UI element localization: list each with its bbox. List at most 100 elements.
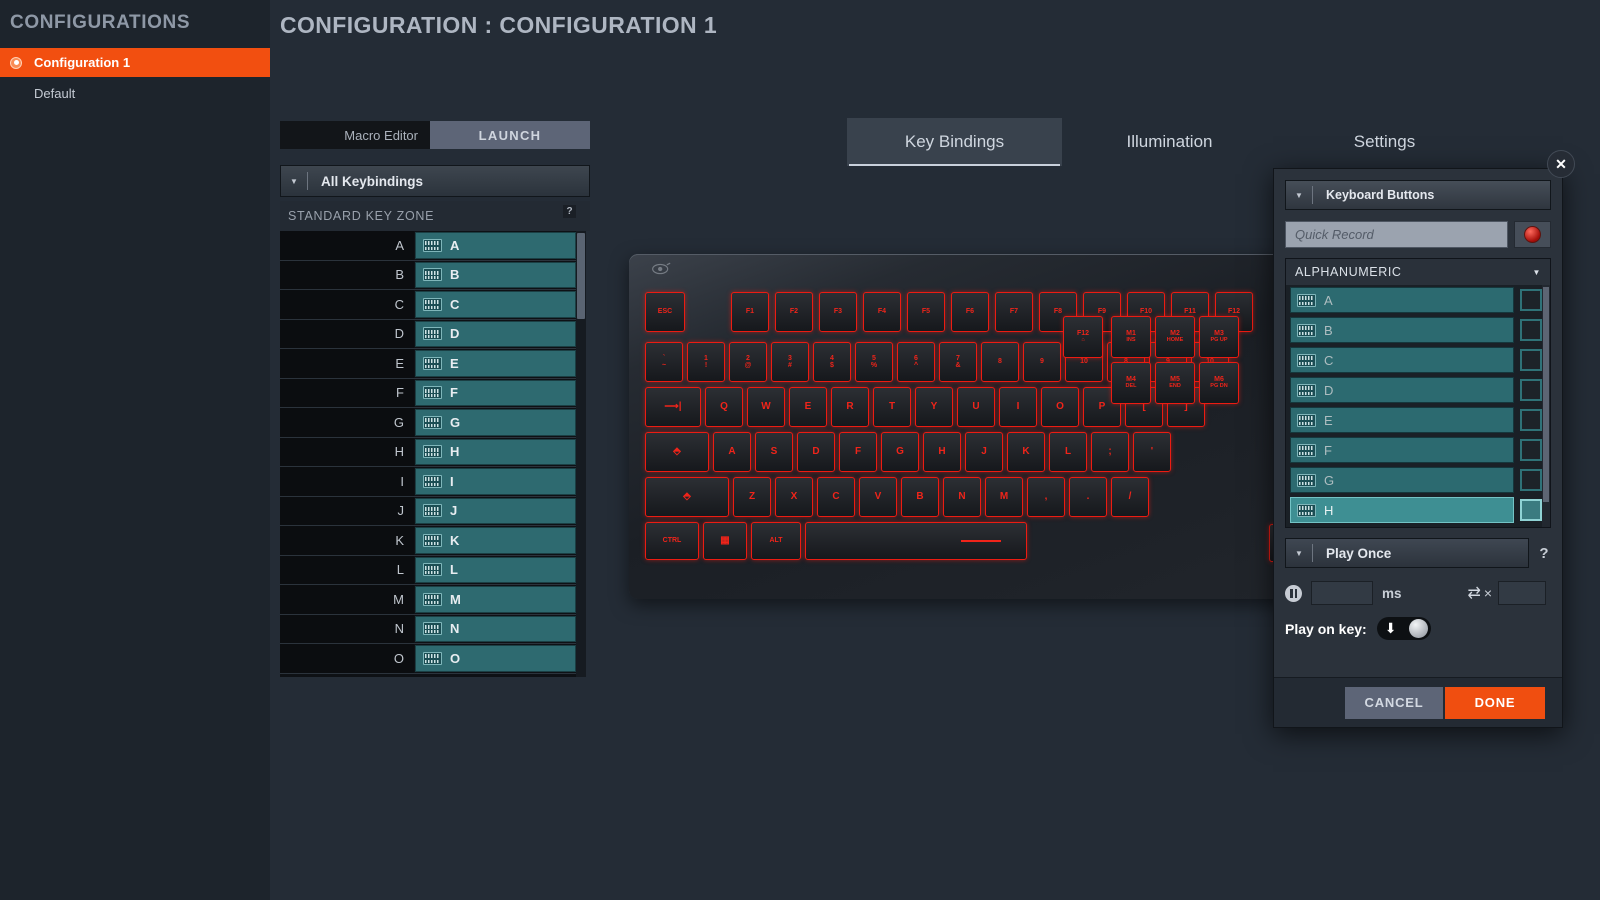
keybinding-value[interactable]: H [415, 439, 576, 466]
keyboard-key[interactable]: 4$ [813, 342, 851, 382]
keybinding-value[interactable]: E [415, 350, 576, 377]
keyboard-key[interactable]: I [999, 387, 1037, 427]
key-option[interactable]: G [1290, 467, 1514, 493]
keyboard-key[interactable]: 5% [855, 342, 893, 382]
key-option-checkbox[interactable] [1520, 499, 1542, 521]
keybinding-value[interactable]: I [415, 468, 576, 495]
keyboard-key[interactable]: C [817, 477, 855, 517]
table-row[interactable]: II [280, 467, 576, 497]
list-item[interactable]: A [1286, 285, 1550, 315]
keyboard-key[interactable] [805, 522, 1027, 560]
keyboard-key[interactable]: 9 [1023, 342, 1061, 382]
keybinding-value[interactable]: M [415, 586, 576, 613]
keyboard-key[interactable]: M1INS [1111, 316, 1151, 358]
keybinding-value[interactable]: K [415, 527, 576, 554]
keybinding-value[interactable]: B [415, 262, 576, 289]
tab-illumination[interactable]: Illumination [1062, 118, 1277, 166]
keyboard-key[interactable]: M [985, 477, 1023, 517]
keyboard-key[interactable]: X [775, 477, 813, 517]
scrollbar-thumb[interactable] [577, 233, 585, 319]
keyboard-key[interactable]: M5END [1155, 362, 1195, 404]
play-mode-dropdown[interactable]: ▼ Play Once [1285, 538, 1529, 568]
table-row[interactable]: OO [280, 644, 576, 674]
table-row[interactable]: HH [280, 438, 576, 468]
keyboard-key[interactable]: N [943, 477, 981, 517]
list-item[interactable]: B [1286, 315, 1550, 345]
close-icon[interactable]: ✕ [1547, 150, 1575, 178]
keybindings-list[interactable]: AABBCCDDEEFFGGHHIIJJKKLLMMNNOO [280, 231, 576, 677]
key-option-checkbox[interactable] [1520, 439, 1542, 461]
keyboard-key[interactable]: ▦ [703, 522, 747, 560]
table-row[interactable]: GG [280, 408, 576, 438]
keybinding-value[interactable]: D [415, 321, 576, 348]
table-row[interactable]: AA [280, 231, 576, 261]
key-option-checkbox[interactable] [1520, 319, 1542, 341]
category-dropdown[interactable]: ALPHANUMERIC ▼ [1286, 259, 1550, 285]
keyboard-key[interactable]: S [755, 432, 793, 472]
list-item[interactable]: I [1286, 525, 1550, 527]
help-icon[interactable]: ? [563, 205, 576, 218]
keyboard-key[interactable]: Q [705, 387, 743, 427]
keyboard-key[interactable]: U [957, 387, 995, 427]
table-row[interactable]: DD [280, 320, 576, 350]
keyboard-key[interactable]: ; [1091, 432, 1129, 472]
done-button[interactable]: DONE [1445, 687, 1545, 719]
table-row[interactable]: NN [280, 615, 576, 645]
keyboard-key[interactable]: ⬘ [645, 432, 709, 472]
keyboard-key[interactable]: A [713, 432, 751, 472]
list-item[interactable]: D [1286, 375, 1550, 405]
keyboard-key[interactable]: F2 [775, 292, 813, 332]
sidebar-item-default[interactable]: Default [0, 77, 270, 109]
record-button[interactable] [1514, 221, 1551, 248]
keyboard-key[interactable]: ESC [645, 292, 685, 332]
help-icon[interactable]: ? [1537, 545, 1551, 562]
keyboard-key[interactable]: O [1041, 387, 1079, 427]
key-option[interactable]: H [1290, 497, 1514, 523]
keyboard-key[interactable]: R [831, 387, 869, 427]
list-item[interactable]: F [1286, 435, 1550, 465]
table-row[interactable]: KK [280, 526, 576, 556]
keyboard-key[interactable]: F1 [731, 292, 769, 332]
keyboard-key[interactable]: V [859, 477, 897, 517]
keybinding-value[interactable]: O [415, 645, 576, 672]
keyboard-key[interactable]: 2@ [729, 342, 767, 382]
key-option[interactable]: C [1290, 347, 1514, 373]
table-row[interactable]: EE [280, 349, 576, 379]
table-row[interactable]: BB [280, 261, 576, 291]
list-item[interactable]: E [1286, 405, 1550, 435]
keyboard-key[interactable]: `~ [645, 342, 683, 382]
keyboard-key[interactable]: Y [915, 387, 953, 427]
keyboard-key[interactable]: 3# [771, 342, 809, 382]
repeat-count-input[interactable] [1498, 581, 1546, 605]
quick-record-input[interactable]: Quick Record [1285, 221, 1508, 248]
key-option[interactable]: D [1290, 377, 1514, 403]
list-item[interactable]: C [1286, 345, 1550, 375]
keyboard-key[interactable]: M6PG DN [1199, 362, 1239, 404]
key-option[interactable]: A [1290, 287, 1514, 313]
keybinding-value[interactable]: A [415, 232, 576, 259]
keyboard-key[interactable]: F6 [951, 292, 989, 332]
keyboard-key[interactable]: F12⌂ [1063, 316, 1103, 358]
keyboard-key[interactable]: F4 [863, 292, 901, 332]
table-row[interactable]: LL [280, 556, 576, 586]
keyboard-key[interactable]: D [797, 432, 835, 472]
cancel-button[interactable]: CANCEL [1345, 687, 1443, 719]
delay-input[interactable] [1311, 581, 1373, 605]
key-option-checkbox[interactable] [1520, 469, 1542, 491]
keyboard-key[interactable]: ⬘ [645, 477, 729, 517]
keyboard-key[interactable]: / [1111, 477, 1149, 517]
key-option[interactable]: E [1290, 407, 1514, 433]
keyboard-key[interactable]: 8 [981, 342, 1019, 382]
keyboard-key[interactable]: CTRL [645, 522, 699, 560]
keyboard-key[interactable]: F [839, 432, 877, 472]
key-options-scrollbar[interactable] [1542, 285, 1550, 527]
keybinding-value[interactable]: G [415, 409, 576, 436]
keyboard-key[interactable]: . [1069, 477, 1107, 517]
keyboard-key[interactable]: ALT [751, 522, 801, 560]
keyboard-key[interactable]: G [881, 432, 919, 472]
key-option-checkbox[interactable] [1520, 379, 1542, 401]
keyboard-key[interactable]: H [923, 432, 961, 472]
keybinding-value[interactable]: N [415, 616, 576, 643]
keyboard-key[interactable]: K [1007, 432, 1045, 472]
keyboard-key[interactable]: F7 [995, 292, 1033, 332]
